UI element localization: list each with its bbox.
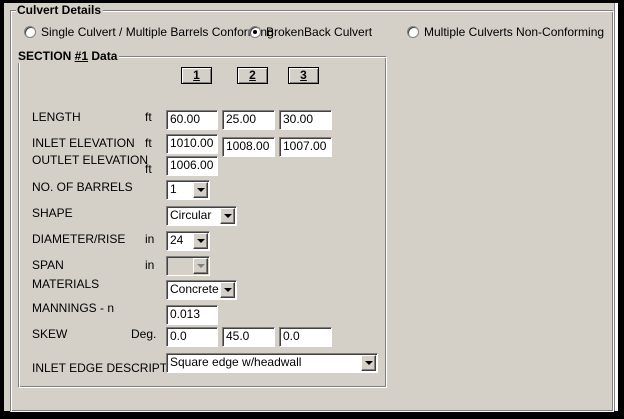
column-header-1-label: 1	[193, 68, 200, 82]
no-of-barrels-select[interactable]: 1	[166, 180, 210, 200]
diameter-rise-select[interactable]: 24	[166, 231, 210, 251]
column-header-2-label: 2	[249, 68, 256, 82]
radio-single-culvert-label: Single Culvert / Multiple Barrels Confor…	[41, 25, 274, 39]
mannings-n-label: MANNINGS - n	[32, 301, 115, 315]
skew-input-1[interactable]: 0.0	[166, 327, 218, 347]
skew-label: SKEW	[32, 327, 68, 341]
inlet-elevation-input-3[interactable]: 1007.00	[279, 137, 332, 157]
right-scroll-edge	[614, 3, 618, 411]
length-input-3[interactable]: 30.00	[279, 110, 332, 130]
radio-brokenback-culvert[interactable]: BrokenBack Culvert	[249, 25, 372, 39]
length-input-2[interactable]: 25.00	[222, 110, 275, 130]
materials-label: MATERIALS	[32, 277, 100, 291]
length-label: LENGTH	[32, 110, 81, 124]
mannings-n-input[interactable]: 0.013	[166, 305, 218, 325]
skew-input-2[interactable]: 45.0	[222, 327, 275, 347]
materials-select[interactable]: Concrete	[166, 280, 237, 300]
length-input-1[interactable]: 60.00	[166, 110, 218, 130]
shape-value: Circular	[170, 208, 212, 222]
diameter-rise-label: DIAMETER/RISE	[32, 232, 126, 246]
no-of-barrels-value: 1	[170, 182, 177, 196]
section-title-prefix: SECTION	[18, 49, 75, 63]
column-header-1: 1	[181, 67, 212, 84]
column-header-3: 3	[288, 67, 319, 84]
culvert-details-title: Culvert Details	[16, 3, 104, 17]
inlet-elevation-input-2[interactable]: 1008.00	[222, 137, 275, 157]
culvert-panel: Culvert Details Single Culvert / Multipl…	[4, 3, 618, 412]
skew-input-3[interactable]: 0.0	[279, 327, 332, 347]
chevron-down-icon[interactable]	[220, 282, 235, 298]
chevron-down-icon[interactable]	[193, 182, 208, 198]
inlet-elevation-label: INLET ELEVATION	[32, 136, 135, 150]
radio-multiple-culverts-label: Multiple Culverts Non-Conforming	[424, 25, 605, 39]
chevron-down-icon[interactable]	[361, 355, 376, 371]
outlet-elevation-unit: ft	[145, 162, 152, 176]
radio-single-culvert-indicator	[24, 26, 36, 38]
radio-multiple-culverts-indicator	[407, 26, 419, 38]
diameter-rise-value: 24	[170, 233, 184, 247]
chevron-down-icon[interactable]	[220, 208, 235, 224]
column-header-2: 2	[237, 67, 268, 84]
materials-value: Concrete	[170, 282, 219, 296]
radio-single-culvert[interactable]: Single Culvert / Multiple Barrels Confor…	[24, 25, 274, 39]
radio-multiple-culverts[interactable]: Multiple Culverts Non-Conforming	[407, 25, 604, 39]
outlet-elevation-label: OUTLET ELEVATION	[32, 153, 149, 167]
span-label: SPAN	[32, 258, 64, 272]
shape-select[interactable]: Circular	[166, 206, 237, 226]
inlet-edge-description-select[interactable]: Square edge w/headwall	[166, 353, 378, 373]
span-select	[166, 256, 210, 276]
chevron-down-icon[interactable]	[193, 233, 208, 249]
inlet-elevation-unit: ft	[145, 136, 152, 150]
section-number: #1	[74, 49, 89, 63]
inlet-edge-description-label: INLET EDGE DESCRIPTION	[32, 361, 189, 375]
outlet-elevation-input[interactable]: 1006.00	[166, 156, 218, 176]
chevron-down-icon	[193, 258, 208, 274]
length-unit: ft	[145, 110, 152, 124]
section-title-suffix: Data	[88, 49, 118, 63]
section-data-title: SECTION #1 Data	[17, 49, 120, 63]
inlet-elevation-input-1[interactable]: 1010.00	[166, 134, 218, 154]
radio-brokenback-culvert-indicator	[249, 26, 261, 38]
diameter-rise-unit: in	[145, 232, 155, 246]
span-unit: in	[145, 258, 155, 272]
no-of-barrels-label: NO. OF BARRELS	[32, 180, 133, 194]
skew-unit: Deg.	[131, 327, 157, 341]
inlet-edge-description-value: Square edge w/headwall	[170, 355, 302, 369]
shape-label: SHAPE	[32, 206, 73, 220]
radio-brokenback-culvert-label: BrokenBack Culvert	[266, 25, 373, 39]
column-header-3-label: 3	[300, 68, 307, 82]
